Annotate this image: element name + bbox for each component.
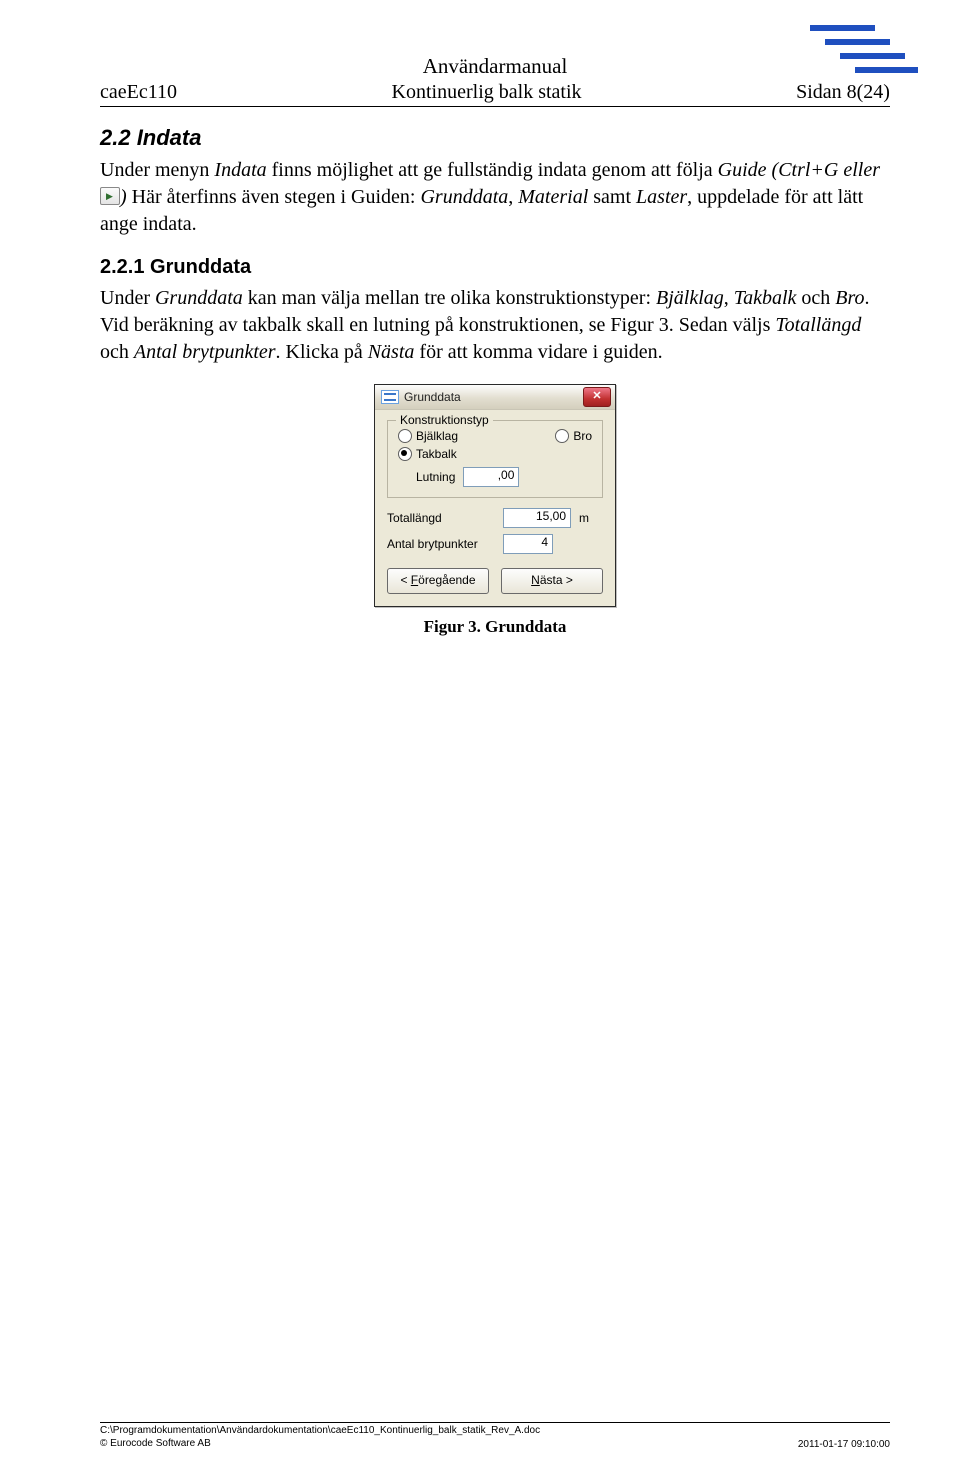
document-page: Användarmanual caeEc110 Kontinuerlig bal… [0, 0, 960, 1472]
next-button[interactable]: Nästa > [501, 568, 603, 594]
section-2-2-1-heading: 2.2.1 Grunddata [100, 256, 890, 279]
lutning-input[interactable]: ,00 [463, 467, 519, 487]
lutning-label: Lutning [416, 470, 455, 484]
header-meta-row: caeEc110 Kontinuerlig balk statik Sidan … [100, 81, 890, 107]
dialog-body: Konstruktionstyp Bjälklag Bro Ta [375, 410, 615, 606]
totallangd-unit: m [579, 511, 589, 525]
manual-title: Användarmanual [100, 54, 890, 79]
radio-icon [398, 429, 412, 443]
radio-icon [555, 429, 569, 443]
dialog-titlebar[interactable]: Grunddata ✕ [375, 385, 615, 410]
section-2-2-paragraph: Under menyn Indata finns möjlighet att g… [100, 157, 890, 238]
brytpunkter-label: Antal brytpunkter [387, 537, 497, 551]
previous-button[interactable]: < Föregående [387, 568, 489, 594]
section-2-2-1-paragraph: Under Grunddata kan man välja mellan tre… [100, 285, 890, 366]
brand-logo [800, 18, 920, 83]
page-footer: C:\Programdokumentation\Användardokument… [100, 1422, 890, 1450]
totallangd-label: Totallängd [387, 511, 497, 525]
footer-path: C:\Programdokumentation\Användardokument… [100, 1425, 540, 1438]
section-2-2-heading: 2.2 Indata [100, 125, 890, 151]
play-icon [100, 187, 120, 205]
radio-icon [398, 447, 412, 461]
radio-bjalklag[interactable]: Bjälklag [398, 429, 458, 443]
close-icon: ✕ [592, 390, 601, 402]
figure-caption: Figur 3. Grunddata [424, 617, 567, 637]
footer-timestamp: 2011-01-17 09:10:00 [798, 1439, 890, 1450]
doc-subject: Kontinuerlig balk statik [392, 81, 582, 104]
app-icon [381, 390, 399, 404]
doc-id: caeEc110 [100, 81, 177, 104]
dialog-title: Grunddata [404, 390, 461, 404]
page-number: Sidan 8(24) [796, 81, 890, 104]
totallangd-input[interactable]: 15,00 [503, 508, 571, 528]
radio-bro[interactable]: Bro [555, 429, 592, 443]
group-legend: Konstruktionstyp [396, 413, 493, 427]
radio-takbalk[interactable]: Takbalk [398, 447, 592, 461]
brytpunkter-input[interactable]: 4 [503, 534, 553, 554]
grunddata-dialog: Grunddata ✕ Konstruktionstyp Bjälklag [374, 384, 616, 607]
footer-copyright: © Eurocode Software AB [100, 1438, 540, 1451]
figure-3: Grunddata ✕ Konstruktionstyp Bjälklag [100, 384, 890, 637]
construction-type-group: Konstruktionstyp Bjälklag Bro Ta [387, 420, 603, 498]
close-button[interactable]: ✕ [583, 387, 611, 407]
